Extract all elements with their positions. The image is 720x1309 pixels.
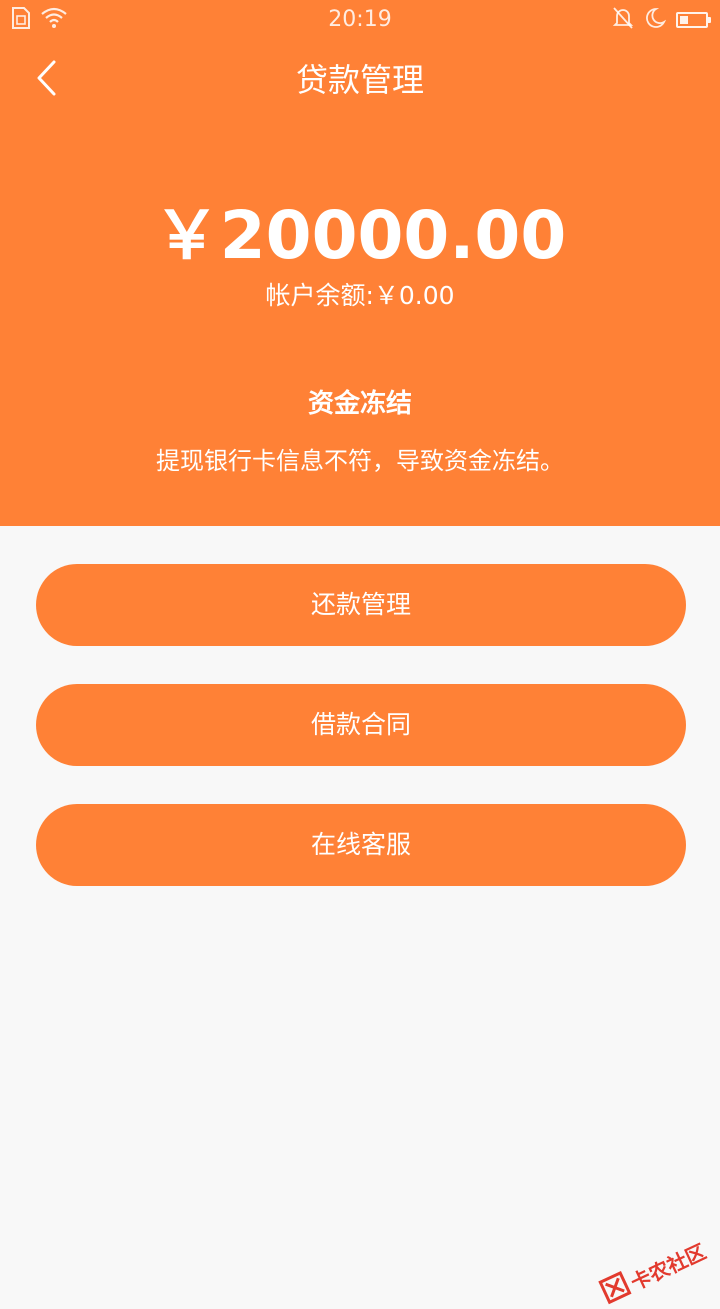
account-balance: 帐户余额: ￥0.00 [0,278,720,314]
freeze-notice-title: 资金冻结 [307,389,412,419]
status-bar: 20:19 [0,0,720,40]
watermark: 卡农社区 [598,1235,710,1309]
moon-icon [644,6,667,34]
status-right [612,6,711,34]
freeze-notice-description: 提现银行卡信息不符，导致资金冻结。 [156,447,564,475]
balance-value: ￥0.00 [373,281,455,310]
nav-bar: 贷款管理 [0,40,720,120]
loan-amount: ￥20000.00 [153,197,567,274]
watermark-text: 卡农社区 [626,1238,710,1295]
battery-icon [676,12,711,28]
loan-contract-button[interactable]: 借款合同 [36,684,686,766]
online-service-button[interactable]: 在线客服 [36,804,686,886]
page-title: 贷款管理 [295,61,424,99]
battery-level-fill [680,16,688,24]
bell-muted-icon [612,6,634,34]
balance-label: 帐户余额: [265,281,374,310]
repayment-management-button[interactable]: 还款管理 [36,564,686,646]
header-panel: 20:19 贷款管理 ￥20000.00 帐户余额: ￥0.00 资金冻结 提现… [0,0,720,526]
